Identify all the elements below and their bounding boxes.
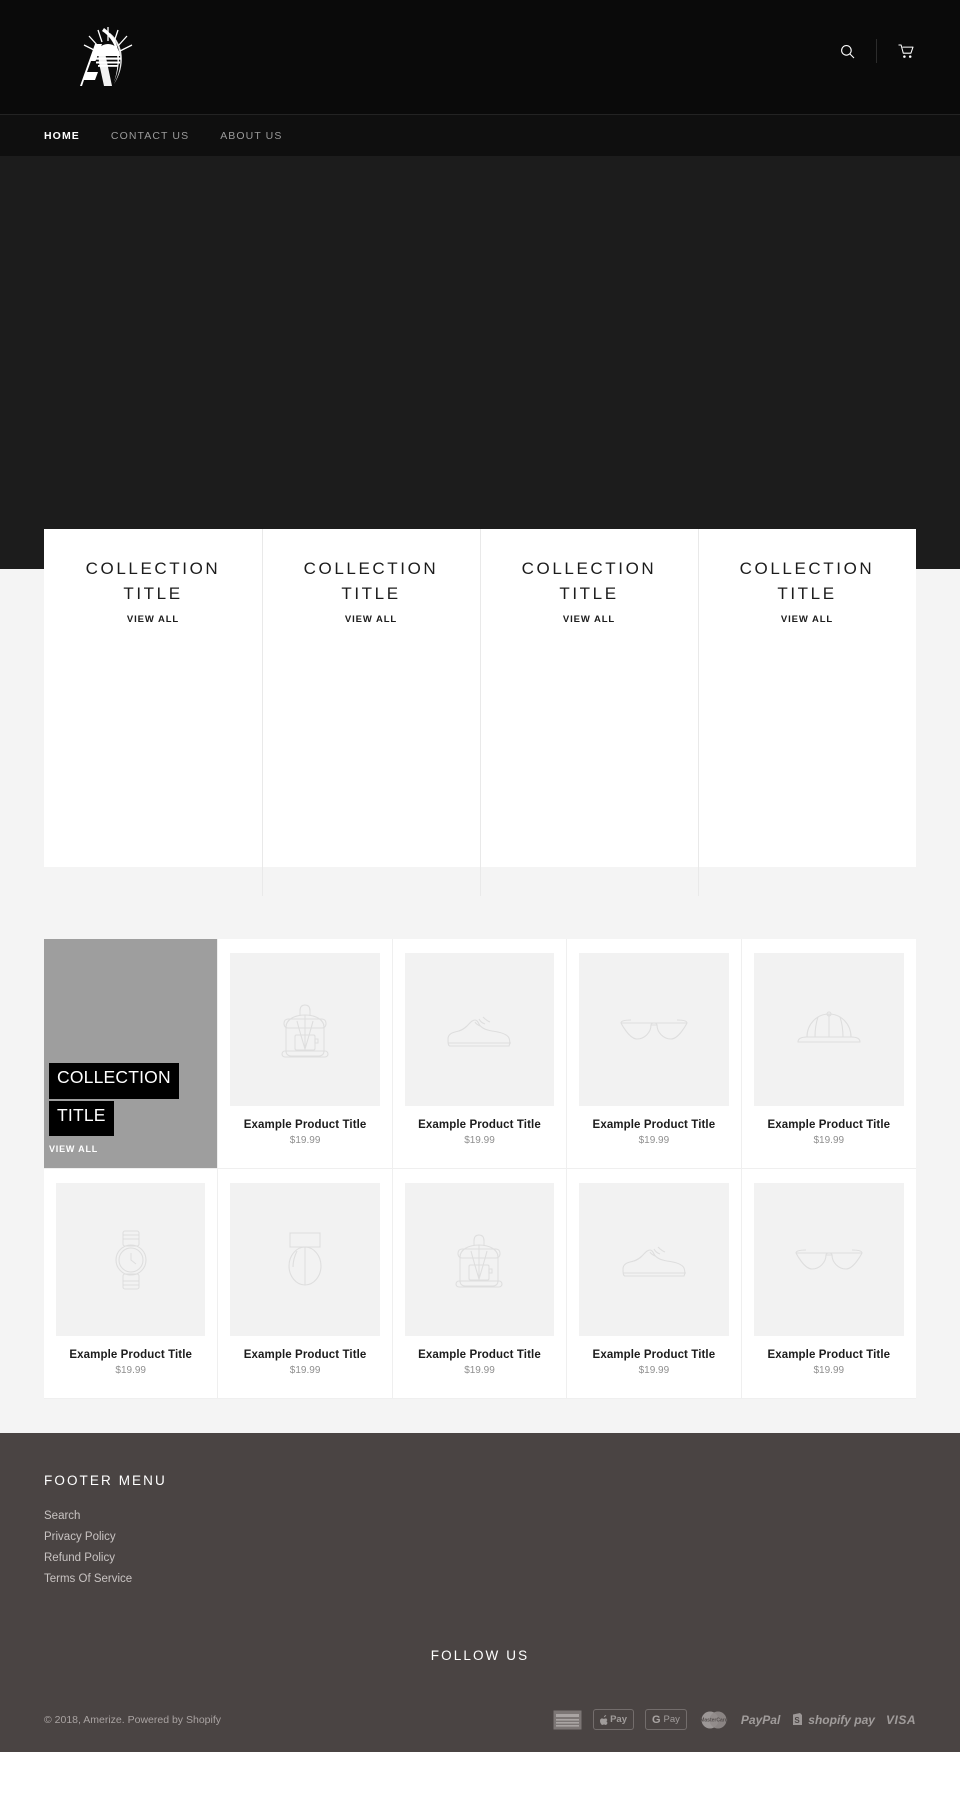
product-card[interactable]: Example Product Title $19.99 (218, 939, 393, 1169)
footer-menu-heading: FOOTER MENU (44, 1473, 167, 1488)
collection-title-line2: TITLE (123, 583, 183, 603)
nav-item-about-us[interactable]: About us (220, 130, 282, 142)
featured-collection-title: COLLECTION TITLE (49, 1063, 179, 1138)
payment-methods: Pay G Pay MasterCard PayPal S shopify pa… (553, 1709, 916, 1730)
cap-icon (753, 953, 904, 1106)
product-title: Example Product Title (69, 1349, 193, 1361)
collection-title-line2: TITLE (777, 583, 837, 603)
product-grid: COLLECTION TITLE VIEW ALL Example Produc… (44, 939, 916, 1399)
product-card[interactable]: Example Product Title $19.99 (44, 1169, 219, 1399)
collection-view-all-link[interactable]: VIEW ALL (345, 614, 397, 625)
svg-text:MasterCard: MasterCard (700, 1717, 728, 1723)
svg-text:S: S (795, 1716, 801, 1725)
product-price: $19.99 (464, 1365, 495, 1376)
product-card[interactable]: Example Product Title $19.99 (567, 1169, 742, 1399)
product-title: Example Product Title (592, 1349, 716, 1361)
collection-title-line2: TITLE (341, 583, 401, 603)
collection-card-title: COLLECTION TITLE (73, 557, 233, 606)
featured-collection-tile[interactable]: COLLECTION TITLE VIEW ALL (44, 939, 219, 1169)
product-price: $19.99 (464, 1135, 495, 1146)
header-actions (833, 38, 920, 64)
product-title: Example Product Title (767, 1119, 891, 1131)
collection-title-line1: COLLECTION (521, 559, 657, 578)
collection-list: COLLECTION TITLE VIEW ALL COLLECTION TIT… (44, 529, 916, 896)
product-title: Example Product Title (592, 1119, 716, 1131)
visa-icon: VISA (886, 1713, 916, 1727)
collection-title-line1: COLLECTION (85, 559, 221, 578)
product-title: Example Product Title (418, 1119, 541, 1131)
shopify-pay-label: shopify pay (808, 1712, 875, 1727)
header-divider (876, 39, 877, 63)
product-price: $19.99 (289, 1135, 321, 1146)
backpack-icon (404, 1183, 555, 1336)
footer-link-terms-of-service[interactable]: Terms Of Service (44, 1569, 916, 1590)
product-card[interactable]: Example Product Title $19.99 (567, 939, 742, 1169)
product-price: $19.99 (813, 1135, 845, 1146)
site-footer: FOOTER MENU Search Privacy Policy Refund… (0, 1433, 960, 1752)
google-pay-label: Pay (663, 1714, 680, 1725)
footer-link-privacy-policy[interactable]: Privacy Policy (44, 1527, 916, 1548)
product-price: $19.99 (638, 1135, 670, 1146)
paypal-icon: PayPal (740, 1712, 781, 1727)
copyright-text: © 2018, Amerize. Powered by Shopify (44, 1713, 221, 1726)
collection-list-section: COLLECTION TITLE VIEW ALL COLLECTION TIT… (0, 529, 960, 939)
featured-title-line1: COLLECTION (49, 1063, 179, 1099)
collection-title-line1: COLLECTION (739, 559, 875, 578)
product-card[interactable]: Example Product Title $19.99 (218, 1169, 393, 1399)
footer-link-search[interactable]: Search (44, 1506, 916, 1527)
product-price: $19.99 (115, 1365, 146, 1376)
product-grid-section: COLLECTION TITLE VIEW ALL Example Produc… (0, 939, 960, 1433)
glasses-icon (753, 1183, 904, 1336)
product-price: $19.99 (638, 1365, 670, 1376)
sneaker-icon (404, 953, 555, 1106)
product-title: Example Product Title (243, 1119, 367, 1131)
collection-card-2[interactable]: COLLECTION TITLE VIEW ALL (262, 529, 480, 896)
product-price: $19.99 (289, 1365, 321, 1376)
collection-card-3[interactable]: COLLECTION TITLE VIEW ALL (480, 529, 698, 896)
collection-card-title: COLLECTION TITLE (509, 557, 669, 606)
bag-icon (230, 1183, 380, 1336)
collection-title-line2: TITLE (559, 583, 619, 603)
featured-view-all-link[interactable]: VIEW ALL (44, 1138, 98, 1168)
footer-link-refund-policy[interactable]: Refund Policy (44, 1548, 916, 1569)
product-price: $19.99 (813, 1365, 845, 1376)
cart-icon[interactable] (892, 38, 920, 64)
google-pay-icon: G Pay (644, 1709, 687, 1730)
collection-view-all-link[interactable]: VIEW ALL (781, 614, 833, 625)
shopify-pay-icon: S shopify pay (791, 1712, 875, 1727)
collection-card-4[interactable]: COLLECTION TITLE VIEW ALL (698, 529, 916, 896)
mastercard-icon: MasterCard (698, 1710, 730, 1730)
collection-view-all-link[interactable]: VIEW ALL (563, 614, 615, 625)
apple-pay-label: Pay (610, 1714, 627, 1725)
collection-card-1[interactable]: COLLECTION TITLE VIEW ALL (44, 557, 262, 867)
watch-icon (56, 1183, 206, 1336)
collection-view-all-link[interactable]: VIEW ALL (127, 614, 179, 625)
visa-label: VISA (885, 1712, 916, 1727)
product-card[interactable]: Example Product Title $19.99 (741, 1169, 916, 1399)
follow-us-heading: FOLLOW US (430, 1648, 530, 1663)
footer-bottom-bar: © 2018, Amerize. Powered by Shopify Pay … (44, 1693, 916, 1752)
product-title: Example Product Title (418, 1349, 541, 1361)
product-card[interactable]: Example Product Title $19.99 (392, 939, 568, 1169)
product-title: Example Product Title (243, 1349, 367, 1361)
site-header (0, 0, 960, 114)
product-title: Example Product Title (767, 1349, 891, 1361)
site-logo[interactable] (68, 14, 134, 94)
collection-card-title: COLLECTION TITLE (727, 557, 887, 606)
backpack-icon (230, 953, 380, 1106)
sneaker-icon (579, 1183, 729, 1336)
product-card[interactable]: Example Product Title $19.99 (392, 1169, 568, 1399)
collection-title-line1: COLLECTION (303, 559, 439, 578)
featured-title-line2: TITLE (49, 1100, 114, 1136)
collection-card-title: COLLECTION TITLE (291, 557, 451, 606)
amex-icon (553, 1710, 582, 1730)
glasses-icon (579, 953, 729, 1106)
apple-pay-icon: Pay (593, 1709, 634, 1730)
nav-item-home[interactable]: Home (44, 130, 80, 142)
nav-item-contact-us[interactable]: Contact us (111, 130, 189, 142)
hero-banner (0, 156, 960, 569)
main-navigation: Home Contact us About us (0, 114, 960, 156)
search-icon[interactable] (833, 38, 861, 64)
product-card[interactable]: Example Product Title $19.99 (741, 939, 916, 1169)
